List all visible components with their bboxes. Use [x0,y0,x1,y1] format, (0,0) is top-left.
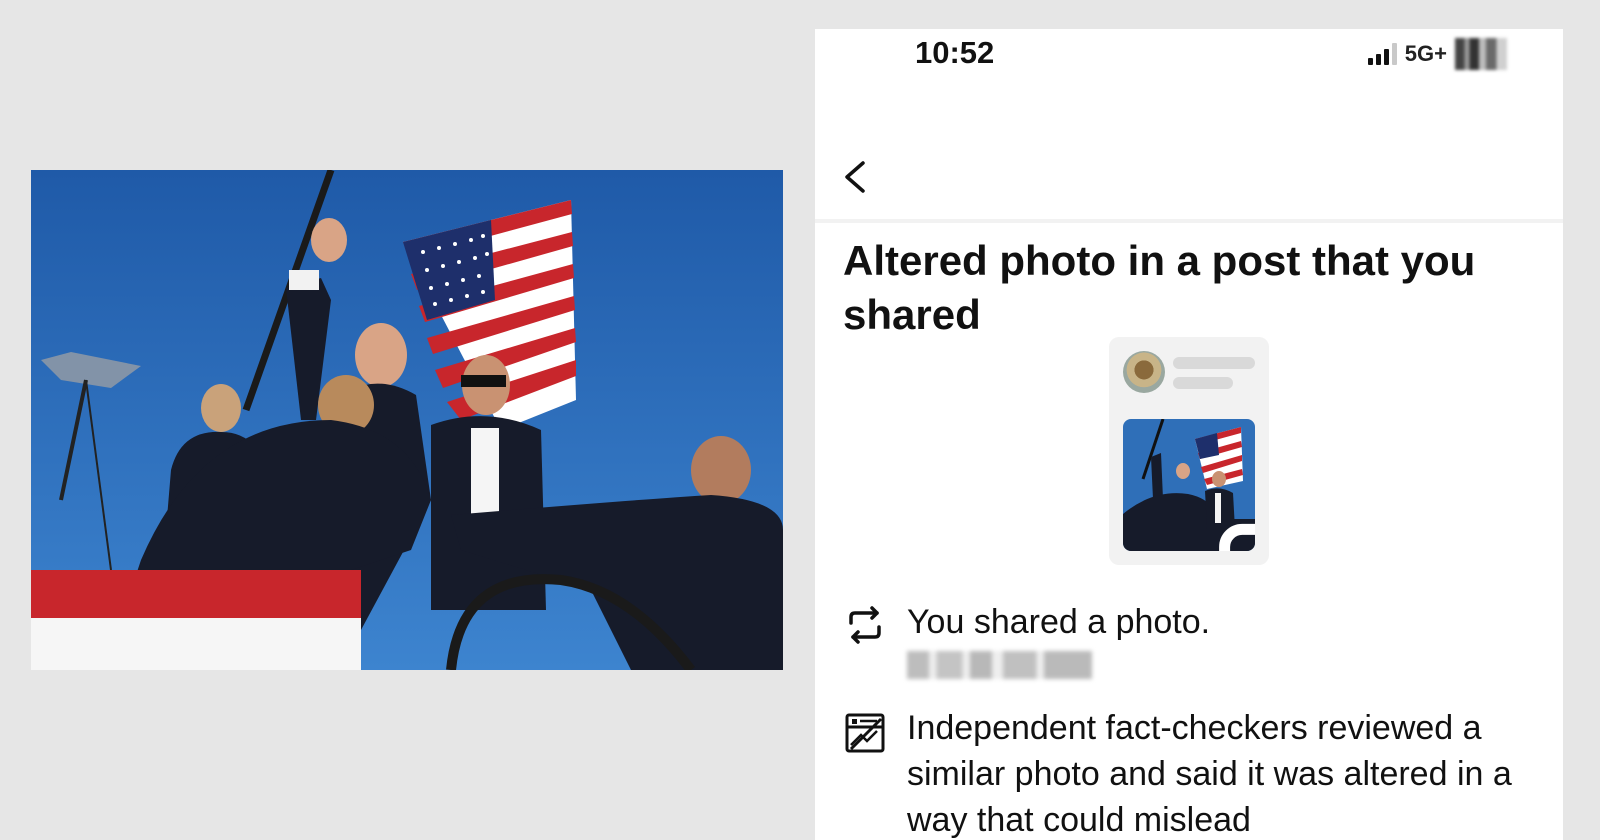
rally-photo [31,170,783,670]
post-thumbnail [1123,419,1255,551]
battery-icon [1455,38,1507,70]
rally-photo-image [31,170,783,670]
fact-check-icon [843,711,887,755]
status-time: 10:52 [915,35,995,70]
page-title: Altered photo in a post that you shared [843,237,1476,338]
fact-check-text: Independent fact-checkers reviewed a sim… [907,709,1512,839]
network-label: 5G+ [1404,41,1447,66]
nav-bar [815,99,1563,223]
date-redacted [907,651,1092,679]
repost-icon [843,603,887,647]
image-overlay-icon [1219,523,1255,551]
back-button[interactable] [835,155,875,199]
status-bar: 10:52 5G+ [815,29,1563,99]
phone-screen: 10:52 5G+ Altered photo in a post that y… [815,29,1563,840]
chevron-left-icon [845,161,865,193]
signal-icon [1367,43,1397,65]
placeholder-line [1173,377,1233,389]
status-indicators: 5G+ [1367,37,1507,71]
post-preview-card[interactable] [1109,337,1269,565]
avatar [1123,351,1165,393]
placeholder-line [1173,357,1255,369]
shared-photo-text: You shared a photo. [907,603,1211,641]
